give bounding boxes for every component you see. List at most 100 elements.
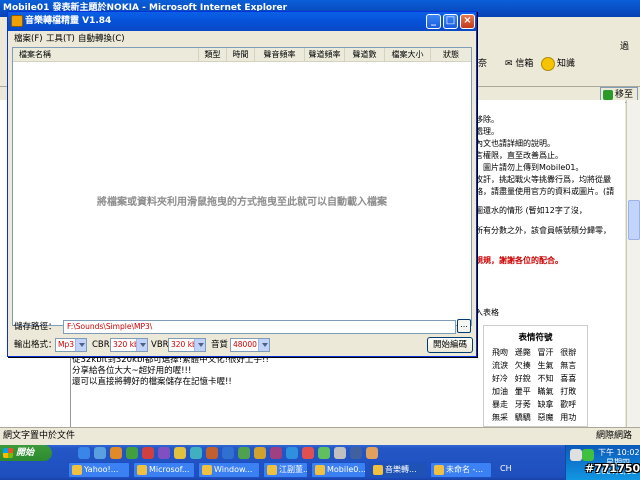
- menu-file[interactable]: 檔案(F): [14, 31, 43, 47]
- emoticon-item[interactable]: 不知: [538, 373, 561, 384]
- emoticon-item[interactable]: 瞞氣: [538, 386, 561, 397]
- maximize-button[interactable]: □: [443, 14, 458, 29]
- task-mobile01[interactable]: Mobile0...: [311, 462, 366, 478]
- emoticon-item[interactable]: 遜斃: [515, 347, 538, 358]
- emoticon-item[interactable]: 無言: [560, 360, 583, 371]
- messenger-icon[interactable]: [126, 447, 138, 459]
- list-header: 檔案名稱 類型 時間 聲音頻率 聲道頻率 聲道數 檔案大小 狀態: [13, 48, 471, 62]
- drop-hint: 將檔案或資料夾利用滑鼠拖曳的方式拖曳至此就可以自動載入檔案: [97, 197, 387, 208]
- quality-label: 音質: [211, 340, 229, 350]
- app-launch-icon[interactable]: [254, 447, 266, 459]
- save-path-field[interactable]: F:\Sounds\Simple\MP3\: [63, 320, 456, 334]
- ie-icon[interactable]: [78, 447, 90, 459]
- task-music-converter[interactable]: 音樂轉...: [369, 462, 427, 478]
- task-jiang[interactable]: 江副董...: [263, 462, 308, 478]
- emoticon-item[interactable]: 加油: [492, 386, 515, 397]
- format-value: Mp3: [58, 340, 75, 349]
- desktop-icon[interactable]: [94, 447, 106, 459]
- status-bar: 網文字置中於文件 網際網路: [0, 427, 640, 445]
- column-time[interactable]: 時間: [227, 48, 255, 62]
- task-yahoo[interactable]: Yahoo!...: [68, 462, 130, 478]
- app-launch-icon[interactable]: [190, 447, 202, 459]
- emoticon-item[interactable]: 很辦: [560, 347, 583, 358]
- close-button[interactable]: ×: [460, 14, 475, 29]
- column-size[interactable]: 檔案大小: [385, 48, 431, 62]
- emoticon-item[interactable]: 生氣: [538, 360, 561, 371]
- start-encode-button[interactable]: 開始編碼: [427, 337, 473, 353]
- post-line: 還可以直接將轉好的檔案儲存在記憶卡喔!!: [72, 377, 232, 387]
- file-list[interactable]: 檔案名稱 類型 時間 聲音頻率 聲道頻率 聲道數 檔案大小 狀態 將檔案或資料夾…: [12, 47, 472, 326]
- emoticon-item[interactable]: 暈平: [515, 386, 538, 397]
- column-channels[interactable]: 聲道數: [345, 48, 385, 62]
- post-editor-text[interactable]: 從32kbit到320kbi都可選擇!繁體中文化!很好上手!! 分享給各位大大~…: [72, 355, 269, 388]
- page-scrollbar[interactable]: [626, 100, 640, 427]
- knowledge-button[interactable]: 知識: [557, 56, 575, 72]
- column-channel-rate[interactable]: 聲道頻率: [305, 48, 345, 62]
- scroll-thumb[interactable]: [628, 200, 640, 240]
- emoticon-item[interactable]: 好冷: [492, 373, 515, 384]
- toolbar-partial-label[interactable]: 奈: [478, 56, 487, 72]
- minimize-button[interactable]: _: [426, 14, 441, 29]
- app-launch-icon[interactable]: [350, 447, 362, 459]
- cbr-label: CBR: [92, 340, 110, 350]
- article-line: ：圖片請勿上傳到Mobile01。: [475, 163, 584, 172]
- column-filename[interactable]: 檔案名稱: [13, 48, 199, 62]
- image-watermark: #771750: [585, 462, 640, 475]
- article-line: 移除。: [475, 115, 499, 124]
- task-microsoft[interactable]: Microsof...: [133, 462, 195, 478]
- app-launch-icon[interactable]: [206, 447, 218, 459]
- browse-button[interactable]: ...: [457, 319, 471, 333]
- start-button[interactable]: 開始: [0, 445, 52, 461]
- column-sample-rate[interactable]: 聲音頻率: [255, 48, 305, 62]
- emoticon-item[interactable]: 驕驕: [515, 412, 538, 423]
- folder-icon[interactable]: [174, 447, 186, 459]
- task-windows[interactable]: Window...: [198, 462, 260, 478]
- ime-indicator[interactable]: CH: [500, 464, 512, 473]
- menu-tools[interactable]: 工具(T): [46, 31, 75, 47]
- column-type[interactable]: 類型: [199, 48, 227, 62]
- dialog-titlebar[interactable]: 音樂轉檔精靈 V1.84 _ □ ×: [8, 12, 476, 31]
- app-launch-icon[interactable]: [238, 447, 250, 459]
- chevron-down-icon: [75, 339, 86, 351]
- article-line: 圖還水的情形 (暫如12字了沒，: [475, 206, 587, 215]
- emoticon-item[interactable]: 冒汗: [538, 347, 561, 358]
- column-status[interactable]: 狀態: [431, 48, 471, 62]
- app-launch-icon[interactable]: [142, 447, 154, 459]
- article-line: 所有分數之外，該會員帳號積分歸零，: [475, 226, 611, 235]
- emoticon-item[interactable]: 牙莠: [515, 399, 538, 410]
- frequency-select[interactable]: 48000 Hz: [230, 338, 270, 352]
- emoticon-item[interactable]: 好銳: [515, 373, 538, 384]
- emoticon-item[interactable]: 無采: [492, 412, 515, 423]
- menu-auto-convert[interactable]: 自動轉換(C): [78, 31, 125, 47]
- emoticon-item[interactable]: 缺拿: [538, 399, 561, 410]
- app-launch-icon[interactable]: [286, 447, 298, 459]
- emoticon-item[interactable]: 飛吻: [492, 347, 515, 358]
- app-launch-icon[interactable]: [318, 447, 330, 459]
- tray-icon[interactable]: [570, 449, 582, 461]
- format-select[interactable]: Mp3: [55, 338, 87, 352]
- emoticon-item[interactable]: 流淚: [492, 360, 515, 371]
- media-icon[interactable]: [110, 447, 122, 459]
- emoticon-item[interactable]: 欠揍: [515, 360, 538, 371]
- emoticon-item[interactable]: 用功: [560, 412, 583, 423]
- app-launch-icon[interactable]: [302, 447, 314, 459]
- emoticon-item[interactable]: 歡呼: [560, 399, 583, 410]
- tray-icon[interactable]: [582, 449, 594, 461]
- vbr-select[interactable]: 320 kbit: [168, 338, 206, 352]
- app-launch-icon[interactable]: [334, 447, 346, 459]
- app-launch-icon[interactable]: [158, 447, 170, 459]
- task-untitled[interactable]: 未命名 -...: [430, 462, 492, 478]
- emoticon-item[interactable]: 惡魔: [538, 412, 561, 423]
- app-launch-icon[interactable]: [270, 447, 282, 459]
- post-line: 分享給各位大大~超好用的喔!!!: [72, 366, 192, 376]
- article-line: 處理。: [475, 127, 499, 136]
- emoticon-item[interactable]: 喜喜: [560, 373, 583, 384]
- cbr-select[interactable]: 320 kbit: [110, 338, 148, 352]
- app-launch-icon[interactable]: [366, 447, 378, 459]
- emoticon-item[interactable]: 暴走: [492, 399, 515, 410]
- article-line: 攻訐，挑起戰火等挑釁行爲，均將從嚴: [475, 175, 611, 184]
- app-launch-icon[interactable]: [222, 447, 234, 459]
- emoticon-item[interactable]: 打敗: [560, 386, 583, 397]
- mail-button[interactable]: ✉ 信箱: [505, 56, 533, 72]
- article-line: 絡，請盡量使用官方的資料或圖片。(請: [475, 187, 615, 196]
